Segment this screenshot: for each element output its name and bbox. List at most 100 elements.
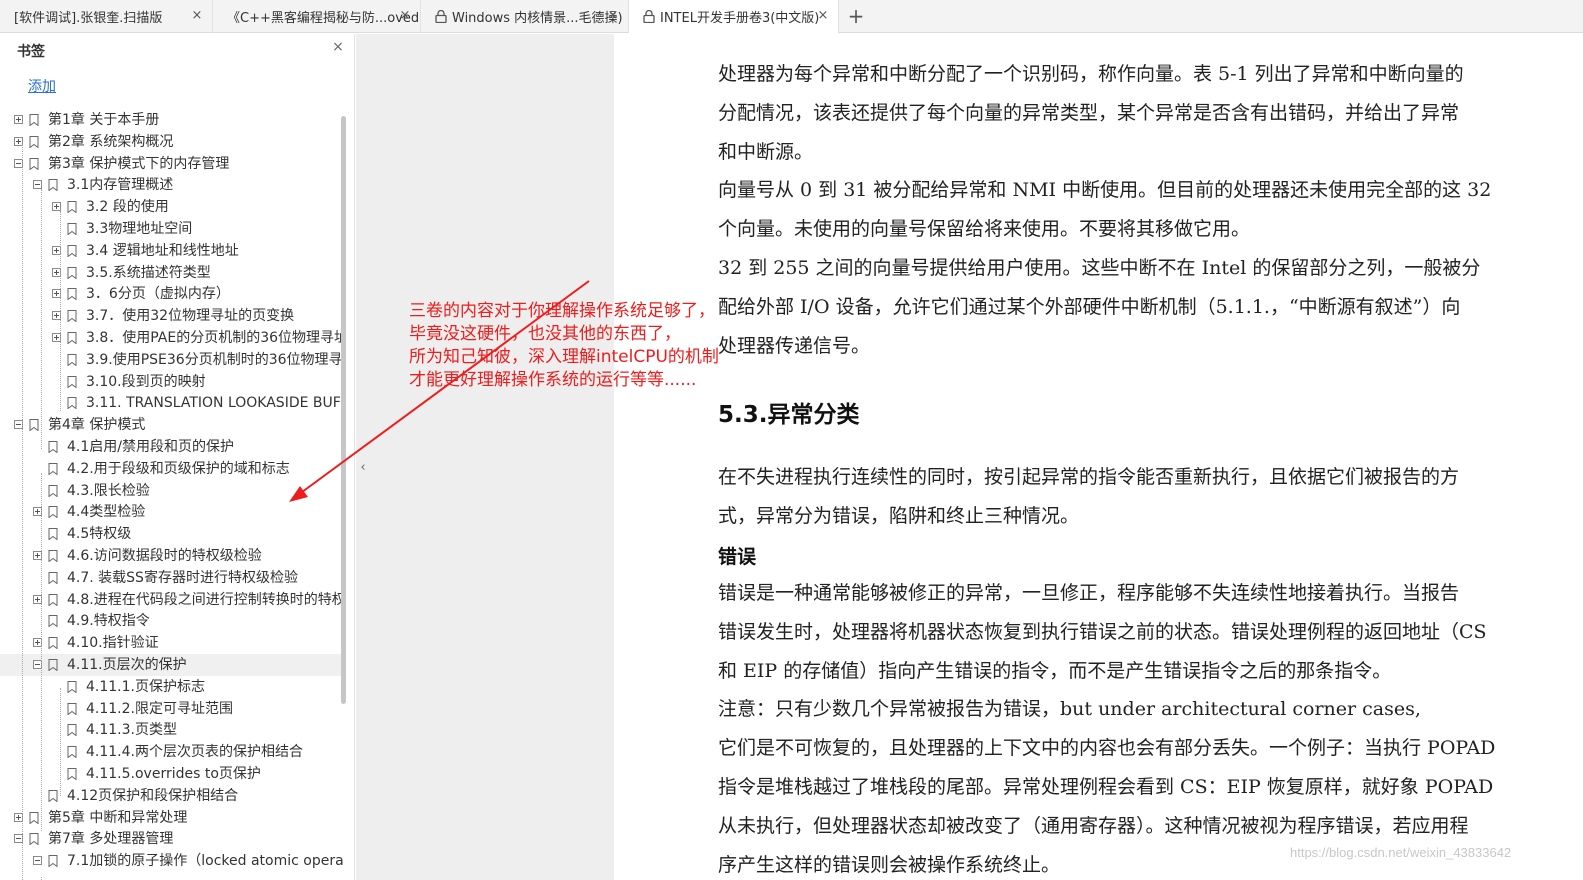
bookmark-icon [48, 615, 58, 628]
bookmark-label: 3.9.使用PSE36分页机制时的36位物理寻址 [86, 351, 343, 368]
bookmark-label: 4.6.访问数据段时的特权级检验 [67, 548, 262, 564]
bookmark-item[interactable]: 4.8.进程在代码段之间进行控制转换时的特权级检验 [0, 589, 343, 611]
bookmark-item[interactable]: 4.7. 装载SS寄存器时进行特权级检验 [0, 567, 343, 589]
bookmark-item[interactable]: 3.10.段到页的映射 [0, 371, 343, 393]
scrollbar[interactable] [341, 116, 346, 704]
bookmark-label: 4.11.1.页保护标志 [86, 678, 205, 695]
expand-icon[interactable] [14, 115, 23, 124]
tab-label: Windows 内核情景...毛德操) [452, 11, 623, 26]
tree-guide-line [22, 145, 23, 880]
bookmark-label: 第3章 保护模式下的内存管理 [48, 155, 230, 172]
bookmark-icon [67, 746, 77, 759]
tree-guide-line [41, 473, 42, 831]
paragraph-line: 分配情况，该表还提供了每个向量的异常类型，某个异常是否含有出错码，并给出了异常 [718, 101, 1460, 124]
document-page: 处理器为每个异常和中断分配了一个识别码，称作向量。表 5-1 列出了异常和中断向… [614, 34, 1583, 880]
bookmarks-panel: 书签 × 添加 第1章 关于本手册 第2章 系统架构概况 第3章 保护模式下的内存管… [0, 34, 355, 880]
paragraph-line: 错误是一种通常能够被修正的异常，一旦修正，程序能够不失连续性地接着执行。当报告 [718, 582, 1460, 604]
bookmark-icon [67, 353, 77, 366]
tree-guide-line [60, 211, 61, 411]
bookmark-item[interactable]: 3.1内存管理概述 [0, 174, 343, 196]
watermark: https://blog.csdn.net/weixin_43833642 [1290, 845, 1512, 860]
bookmark-item[interactable]: 4.11.1.页保护标志 [0, 676, 343, 698]
paragraph-line: 配给外部 I/O 设备，允许它们通过某个外部硬件中断机制（5.1.1.，“中断源… [718, 295, 1461, 318]
annotation-text: 三卷的内容对于你理解操作系统足够了， 毕竟没这硬件，也没其他的东西了， 所为知己知彼… [409, 300, 719, 392]
bookmark-label: 3．6分页（虚拟内存） [86, 286, 230, 303]
bookmark-item[interactable]: 4.11.4.两个层次页表的保护相结合 [0, 741, 343, 763]
bookmark-icon [48, 637, 58, 650]
bookmark-label: 3.7．使用32位物理寻址的页变换 [86, 308, 295, 325]
bookmark-item[interactable]: 第1章 关于本手册 [0, 109, 343, 131]
bookmark-item[interactable]: 第2章 系统架构概况 [0, 131, 343, 153]
bookmark-label: 4.5特权级 [67, 526, 132, 543]
bookmark-label: 4.2.用于段级和页级保护的域和标志 [67, 460, 290, 477]
bookmark-item[interactable]: 3.5.系统描述符类型 [0, 262, 343, 284]
bookmark-icon [48, 855, 58, 868]
bookmark-item[interactable]: 4.5特权级 [0, 523, 343, 545]
bookmark-item[interactable]: 第4章 保护模式 [0, 414, 343, 436]
bookmark-item[interactable]: 3.3物理地址空间 [0, 218, 343, 240]
bookmark-label: 3.10.段到页的映射 [86, 373, 206, 390]
close-icon[interactable]: × [606, 9, 620, 23]
bookmark-icon [29, 157, 39, 170]
close-icon[interactable]: × [816, 9, 830, 23]
bookmark-icon [67, 768, 77, 780]
bookmark-item[interactable]: 4.10.指针验证 [0, 632, 343, 654]
bookmark-item[interactable]: 3.2 段的使用 [0, 196, 343, 218]
bookmark-item[interactable]: 4.11.3.页类型 [0, 719, 343, 741]
bookmark-label: 3.5.系统描述符类型 [86, 264, 211, 281]
add-bookmark-link[interactable]: 添加 [28, 76, 56, 96]
bookmark-item[interactable]: 3.11. TRANSLATION LOOKASIDE BUFFERS [0, 392, 343, 414]
lock-icon [435, 10, 447, 23]
bookmark-item[interactable]: 4.9.特权指令 [0, 610, 343, 632]
bookmark-icon [48, 506, 58, 519]
bookmark-item[interactable]: 3.7．使用32位物理寻址的页变换 [0, 305, 343, 327]
bookmark-item[interactable]: 4.1启用/禁用段和页的保护 [0, 436, 343, 458]
annotation-line: 才能更好理解操作系统的运行等等...... [409, 370, 697, 390]
bookmark-icon [48, 550, 58, 562]
bookmark-icon [48, 659, 58, 671]
bookmark-item[interactable]: 第5章 中断和异常处理 [0, 807, 343, 829]
tree-guide-line [60, 688, 61, 796]
bookmark-item[interactable]: 3.4 逻辑地址和线性地址 [0, 240, 343, 262]
bookmark-item[interactable]: 4.6.访问数据段时的特权级检验 [0, 545, 343, 567]
bookmark-icon [48, 571, 58, 584]
tab-cpp-hacker-programming[interactable]: 《C++黑客编程揭秘与防...oved × [213, 0, 421, 33]
bookmark-item[interactable]: 4.11.页层次的保护 [0, 654, 343, 676]
tab-windows-kernel[interactable]: Windows 内核情景...毛德操) × [421, 0, 629, 33]
bookmark-item[interactable]: 4.11.5.overrides to页保护 [0, 763, 343, 785]
expand-icon[interactable] [52, 202, 61, 212]
bookmark-item[interactable]: 第7章 多处理器管理 [0, 828, 343, 850]
close-icon[interactable]: × [330, 39, 346, 55]
bookmark-item[interactable]: 3.8．使用PAE的分页机制的36位物理寻址 [0, 327, 343, 349]
collapse-panel-icon[interactable]: ‹ [356, 455, 370, 481]
tab-intel-manual[interactable]: INTEL开发手册卷3(中文版) × [629, 0, 839, 34]
bookmark-item[interactable]: 4.4类型检验 [0, 501, 343, 523]
bookmark-icon [48, 528, 58, 541]
bookmark-item[interactable]: 7.1加锁的原子操作（locked atomic operations） [0, 850, 343, 872]
bookmark-icon [67, 702, 77, 715]
bookmark-label: 7.1加锁的原子操作（locked atomic operations） [67, 853, 343, 870]
bookmark-icon [67, 724, 77, 737]
bookmark-item[interactable]: 4.11.2.限定可寻址范围 [0, 698, 343, 720]
tab-software-debugging[interactable]: [软件调试].张银奎.扫描版 × [0, 0, 213, 33]
close-icon[interactable]: × [398, 9, 412, 23]
tab-label: [软件调试].张银奎.扫描版 [14, 11, 163, 26]
close-icon[interactable]: × [190, 9, 204, 23]
bookmark-tree: 第1章 关于本手册 第2章 系统架构概况第3章 保护模式下的内存管理 3.1内存管理… [0, 105, 343, 880]
bookmark-item[interactable]: 3．6分页（虚拟内存） [0, 283, 343, 305]
bookmark-label: 3.2 段的使用 [86, 199, 169, 216]
bookmark-icon [67, 375, 77, 388]
bookmark-icon [48, 441, 58, 453]
bookmark-label: 4.1启用/禁用段和页的保护 [67, 439, 234, 455]
collapse-icon[interactable] [33, 856, 42, 866]
bookmark-item[interactable]: 4.2.用于段级和页级保护的域和标志 [0, 458, 343, 480]
bookmark-item[interactable]: 4.12页保护和段保护相结合 [0, 785, 343, 807]
bookmark-item[interactable]: 3.9.使用PSE36分页机制时的36位物理寻址 [0, 349, 343, 371]
bookmark-label: 第7章 多处理器管理 [48, 831, 174, 848]
new-tab-button[interactable]: + [845, 5, 867, 27]
bookmark-item[interactable]: 4.3.限长检验 [0, 480, 343, 502]
bookmark-item[interactable]: 第3章 保护模式下的内存管理 [0, 153, 343, 175]
tab-label: 《C++黑客编程揭秘与防...oved [227, 11, 420, 26]
paragraph-line: 从未执行，但处理器状态却被改变了（通用寄存器）。这种情况被视为程序错误，若应用程 [718, 814, 1469, 837]
lock-icon [643, 10, 655, 23]
